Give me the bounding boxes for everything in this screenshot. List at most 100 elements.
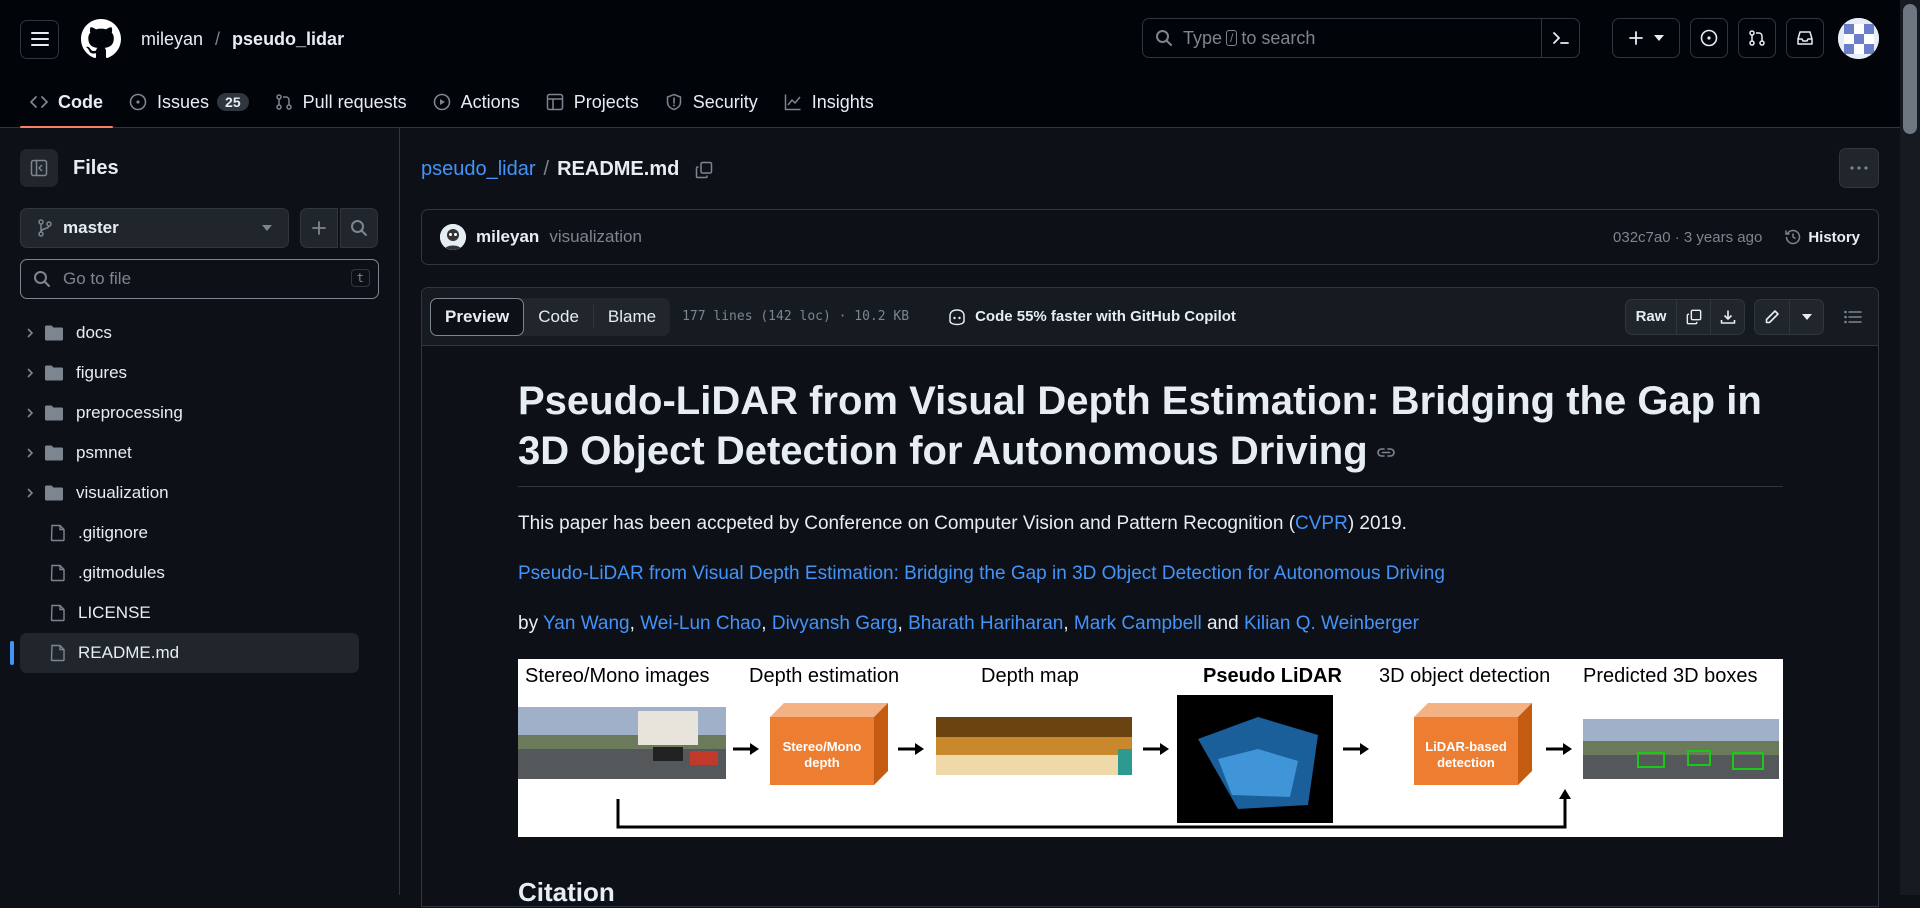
code-icon (30, 95, 58, 109)
go-to-file-input[interactable]: Go to file t (20, 259, 379, 299)
download-icon (1720, 309, 1736, 325)
tab-actions[interactable]: Actions (423, 77, 530, 127)
author-link[interactable]: Mark Campbell (1074, 613, 1202, 634)
collapse-sidebar-button[interactable] (20, 149, 58, 187)
tree-item-figures[interactable]: figures (20, 353, 359, 393)
tab-issues[interactable]: Issues 25 (119, 77, 259, 127)
chevron-right-icon[interactable] (20, 367, 40, 379)
tab-pull-requests[interactable]: Pull requests (265, 77, 417, 127)
tree-item-psmnet[interactable]: psmnet (20, 433, 359, 473)
copilot-label: Code 55% faster with GitHub Copilot (975, 308, 1236, 325)
download-button[interactable] (1711, 298, 1745, 335)
shield-icon (665, 93, 693, 111)
chevron-right-icon[interactable] (20, 407, 40, 419)
tab-label: Actions (460, 91, 520, 112)
file-header: Preview Code Blame 177 lines (142 loc) ·… (422, 288, 1878, 346)
tab-code[interactable]: Code (20, 77, 113, 128)
folder-icon (44, 484, 64, 502)
issues-button[interactable] (1690, 18, 1728, 58)
file-tree-sidebar: Files master Go to file t docs figures p… (0, 128, 400, 895)
copy-raw-button[interactable] (1677, 298, 1711, 335)
tree-item-readme[interactable]: README.md (10, 633, 359, 673)
edit-file-button[interactable] (1754, 298, 1790, 335)
commit-author[interactable]: mileyan (476, 227, 539, 247)
author-link[interactable]: Yan Wang (543, 613, 630, 634)
page-scrollbar[interactable] (1900, 0, 1920, 895)
file-breadcrumb: pseudo_lidar / README.md (421, 158, 713, 181)
breadcrumb-file: README.md (557, 158, 680, 180)
tab-security[interactable]: Security (655, 77, 768, 127)
folder-icon (44, 404, 64, 422)
author-link[interactable]: Divyansh Garg (772, 613, 898, 634)
sidebar-collapse-icon (30, 159, 48, 177)
tree-item-preprocessing[interactable]: preprocessing (20, 393, 359, 433)
inbox-button[interactable] (1786, 18, 1824, 58)
search-input[interactable]: Type / to search (1142, 18, 1580, 58)
by-text: by (518, 613, 539, 634)
copy-path-icon[interactable] (695, 161, 713, 179)
plus-icon (1628, 30, 1644, 46)
box-stereo-line-2: depth (804, 755, 840, 770)
chevron-right-icon[interactable] (20, 487, 40, 499)
pencil-icon (1764, 309, 1780, 325)
readme-title: Pseudo-LiDAR from Visual Depth Estimatio… (518, 376, 1783, 487)
tree-item-gitmodules[interactable]: .gitmodules (20, 553, 359, 593)
triangle-down-icon (1801, 313, 1812, 320)
history-button[interactable]: History (1784, 228, 1860, 246)
commit-meta[interactable]: 032c7a0 · 3 years ago (1613, 229, 1762, 246)
author-link[interactable]: Bharath Hariharan (908, 613, 1063, 634)
breadcrumb-repo-link[interactable]: pseudo_lidar (421, 158, 536, 181)
edit-options-button[interactable] (1790, 298, 1824, 335)
commit-message[interactable]: visualization (549, 227, 642, 247)
create-new-button[interactable] (1612, 18, 1680, 58)
paper-link[interactable]: Pseudo-LiDAR from Visual Depth Estimatio… (518, 563, 1445, 584)
chevron-right-icon[interactable] (20, 327, 40, 339)
search-placeholder-suffix: to search (1241, 27, 1316, 48)
author-link[interactable]: Wei-Lun Chao (640, 613, 761, 634)
tab-code-view[interactable]: Code (524, 304, 594, 329)
search-files-button[interactable] (340, 208, 378, 248)
tab-preview[interactable]: Preview (430, 297, 525, 336)
link-icon[interactable] (1376, 446, 1396, 460)
more-options-button[interactable] (1839, 148, 1879, 188)
venue-text-before: This paper has been accpeted by Conferen… (518, 513, 1296, 534)
raw-button[interactable]: Raw (1625, 298, 1677, 335)
pull-requests-button[interactable] (1738, 18, 1776, 58)
box-lidar-line-2: detection (1437, 755, 1495, 770)
search-icon (33, 270, 51, 288)
file-icon (50, 644, 66, 662)
view-mode-switch: Preview Code Blame (430, 297, 671, 336)
author-avatar[interactable] (440, 224, 466, 250)
search-shortcut-key: / (1226, 30, 1238, 46)
tree-item-license[interactable]: LICENSE (20, 593, 359, 633)
copilot-promo-link[interactable]: Code 55% faster with GitHub Copilot (947, 308, 1236, 326)
owner-link[interactable]: mileyan (141, 29, 203, 50)
cvpr-link[interactable]: CVPR (1295, 513, 1348, 534)
sidebar-title: Files (73, 156, 119, 179)
tree-item-label: .gitmodules (78, 563, 165, 582)
tree-item-label: README.md (78, 643, 180, 662)
tab-label: Pull requests (302, 91, 407, 112)
menu-button[interactable] (20, 19, 59, 59)
tab-blame[interactable]: Blame (594, 298, 670, 336)
tab-projects[interactable]: Projects (536, 77, 649, 127)
tree-item-docs[interactable]: docs (20, 313, 359, 353)
tree-item-visualization[interactable]: visualization (20, 473, 359, 513)
user-avatar[interactable] (1838, 18, 1879, 59)
scrollbar-thumb[interactable] (1903, 4, 1917, 134)
command-palette-icon[interactable] (1541, 19, 1579, 57)
chevron-right-icon[interactable] (20, 447, 40, 459)
branch-selector[interactable]: master (20, 208, 289, 248)
tab-insights[interactable]: Insights (774, 77, 884, 127)
git-pull-request-icon (1748, 29, 1766, 47)
author-link[interactable]: Kilian Q. Weinberger (1244, 613, 1419, 634)
tree-item-label: LICENSE (78, 603, 151, 622)
file-content-box: Preview Code Blame 177 lines (142 loc) ·… (421, 287, 1879, 907)
outline-icon[interactable] (1844, 310, 1862, 324)
file-stats: 177 lines (142 loc) · 10.2 KB (682, 309, 910, 324)
tree-item-gitignore[interactable]: .gitignore (20, 513, 359, 553)
github-logo-icon[interactable] (81, 19, 121, 59)
box-stereo-line-1: Stereo/Mono (782, 739, 862, 754)
repo-link[interactable]: pseudo_lidar (232, 29, 344, 50)
add-file-button[interactable] (300, 208, 338, 248)
